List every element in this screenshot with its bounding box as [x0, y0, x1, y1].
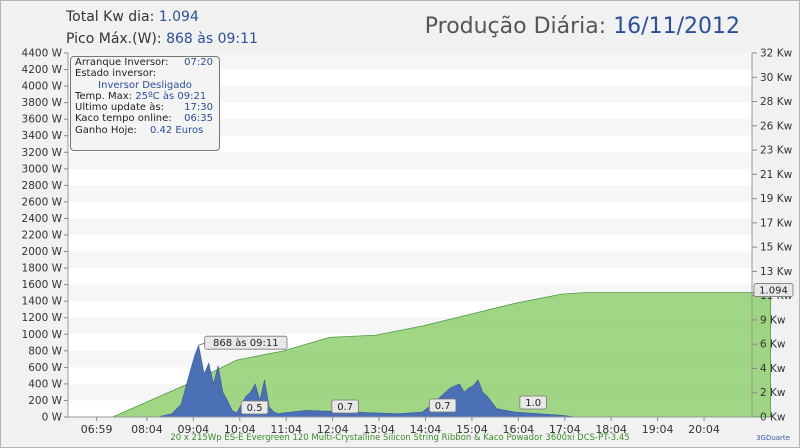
online-label: Kaco tempo online:: [75, 113, 172, 125]
y-right-tick-label: 9 Kw: [760, 314, 786, 326]
gain-row: Ganho Hoje: 0.42 Euros: [71, 125, 219, 136]
y-left-tick-label: 1400 W: [22, 296, 63, 308]
inverter-info-box: Arranque Inversor: 07:20 Estado inversor:…: [70, 56, 220, 151]
y-left-tick-label: 3000 W: [22, 163, 63, 175]
y-right-tick-label: 23 Kw: [760, 145, 793, 157]
energy-label-10h: 0.5: [247, 403, 263, 414]
plot-band: [68, 152, 752, 169]
temp-label: Temp. Max:: [75, 90, 133, 102]
state-value: Inversor Desligado: [98, 79, 192, 91]
y-left-tick-label: 1200 W: [22, 312, 63, 324]
energy-label-12h: 0.7: [337, 402, 353, 413]
y-right-tick-label: 32 Kw: [760, 48, 793, 60]
y-left-tick-label: 2400 W: [22, 213, 63, 225]
y-left-tick-label: 4000 W: [22, 81, 63, 93]
state-label: Estado inversor:: [75, 68, 157, 80]
y-right-tick-label: 21 Kw: [760, 169, 793, 181]
y-left-tick-label: 0 W: [42, 412, 63, 424]
y-right-tick-label: 26 Kw: [760, 120, 793, 132]
y-left-tick-label: 4400 W: [22, 48, 63, 60]
peak-label: 868 às 09:11: [213, 337, 279, 349]
credit-link[interactable]: 3GDuarte: [756, 434, 790, 442]
y-right-tick-label: 2 Kw: [760, 387, 786, 399]
y-left-tick-label: 200 W: [28, 395, 62, 407]
y-right-tick-label: 13 Kw: [760, 266, 793, 278]
chart-footer: 20 x 215Wp ES-E Evergreen 120 Multi-Crys…: [170, 433, 630, 443]
state-row: Estado inversor:: [71, 68, 219, 79]
y-left-tick-label: 1800 W: [22, 263, 63, 275]
online-row: Kaco tempo online: 06:35: [71, 113, 219, 124]
update-value: 17:30: [184, 102, 213, 114]
y-left-tick-label: 2600 W: [22, 196, 63, 208]
energy-label-14h: 0.7: [435, 401, 451, 412]
online-value: 06:35: [184, 113, 213, 125]
y-right-tick-label: 15 Kw: [760, 242, 793, 254]
startup-row: Arranque Inversor: 07:20: [71, 57, 219, 68]
y-left-tick-label: 3600 W: [22, 114, 63, 126]
y-left-tick-label: 400 W: [28, 378, 62, 390]
y-right-tick-label: 28 Kw: [760, 96, 793, 108]
y-right-tick-label: 19 Kw: [760, 193, 793, 205]
plot-band: [68, 218, 752, 235]
y-left-tick-label: 2800 W: [22, 180, 63, 192]
y-left-tick-label: 1600 W: [22, 279, 63, 291]
y-left-tick-label: 4200 W: [22, 64, 63, 76]
plot-band: [68, 251, 752, 269]
update-label: Ultimo update às:: [75, 102, 164, 114]
temp-row: Temp. Max: 25ºC às 09:21: [71, 91, 219, 102]
y-left-tick-label: 3200 W: [22, 147, 63, 159]
plot-band: [68, 185, 752, 202]
y-left-tick-label: 2000 W: [22, 246, 63, 258]
update-row: Ultimo update às: 17:30: [71, 102, 219, 113]
gain-value: 0.42 Euros: [149, 124, 204, 136]
y-left-tick-label: 2200 W: [22, 230, 63, 242]
startup-value: 07:20: [184, 57, 213, 68]
startup-label: Arranque Inversor:: [75, 57, 169, 68]
y-right-tick-label: 30 Kw: [760, 72, 793, 84]
temp-value: 25ºC às 09:21: [135, 90, 207, 102]
energy-total-label: 1.094: [759, 286, 788, 297]
y-left-tick-label: 1000 W: [22, 329, 63, 341]
energy-label-16h: 1.0: [525, 398, 541, 409]
y-right-tick-label: 0 Kw: [760, 412, 786, 424]
y-left-tick-label: 3400 W: [22, 130, 63, 142]
y-right-tick-label: 6 Kw: [760, 339, 786, 351]
y-left-tick-label: 600 W: [28, 362, 62, 374]
y-left-tick-label: 3800 W: [22, 97, 63, 109]
y-right-tick-label: 4 Kw: [760, 363, 786, 375]
gain-label: Ganho Hoje:: [75, 124, 137, 136]
y-left-tick-label: 800 W: [28, 345, 62, 357]
y-right-tick-label: 17 Kw: [760, 217, 793, 229]
